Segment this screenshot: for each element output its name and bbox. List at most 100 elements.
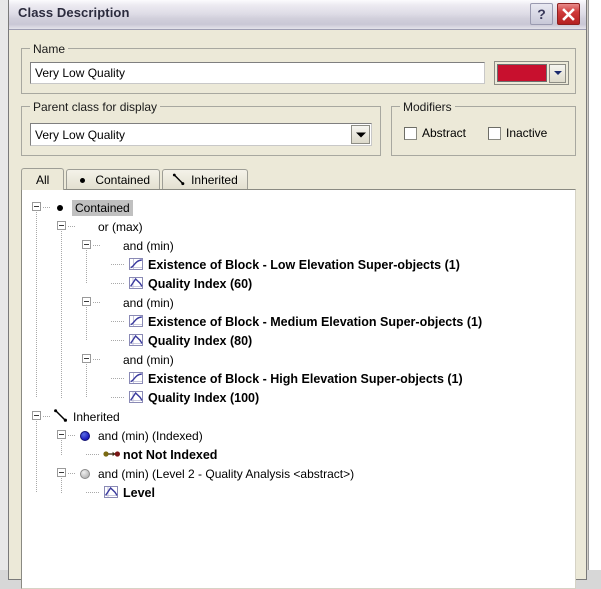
tree-node[interactable]: and (min): [30, 293, 573, 312]
tree-node[interactable]: not Not Indexed: [30, 445, 573, 464]
tree-node-content: Quality Index (80): [128, 333, 252, 348]
tree-node-label: Quality Index (80): [148, 334, 252, 348]
tree-connector: [111, 378, 125, 379]
tree-node-list: Containedor (max)and (min)Existence of B…: [30, 198, 573, 502]
tree-connector: [43, 416, 51, 417]
tree-guide-line: [86, 250, 87, 284]
tree-expander-collapse[interactable]: [32, 202, 41, 211]
tree-expander-collapse[interactable]: [32, 411, 41, 420]
color-swatch[interactable]: [497, 64, 547, 82]
tree-node[interactable]: Existence of Block - Low Elevation Super…: [30, 255, 573, 274]
tree-guide-line: [36, 421, 37, 493]
backdrop-left-strip: [0, 0, 8, 570]
tree-node-label: Existence of Block - Low Elevation Super…: [148, 258, 460, 272]
class-color-picker[interactable]: [494, 61, 569, 85]
name-group-legend: Name: [30, 42, 68, 56]
arrow-icon: [53, 409, 69, 424]
tree-node-label: and (min): [123, 296, 174, 310]
not-icon: [103, 447, 119, 462]
chevron-down-icon: [356, 132, 366, 137]
spacer-icon: [103, 352, 119, 367]
scurve-icon: [128, 257, 144, 272]
tree-expander-collapse[interactable]: [82, 354, 91, 363]
inactive-checkbox[interactable]: [488, 127, 501, 140]
tree-node[interactable]: and (min) (Level 2 - Quality Analysis <a…: [30, 464, 573, 483]
tree-node-content: or (max): [78, 219, 143, 234]
scurve-icon: [128, 314, 144, 329]
tree-node-content: Quality Index (60): [128, 276, 252, 291]
tree-node-content: and (min) (Level 2 - Quality Analysis <a…: [78, 466, 354, 481]
tree-connector: [86, 454, 100, 455]
parent-class-group: Parent class for display Very Low Qualit…: [21, 106, 381, 156]
tree-node[interactable]: and (min): [30, 350, 573, 369]
tree-expander-collapse[interactable]: [57, 430, 66, 439]
tab-label: Inherited: [191, 173, 238, 187]
color-dropdown-button[interactable]: [549, 64, 566, 83]
tree-node[interactable]: Quality Index (100): [30, 388, 573, 407]
inactive-checkbox-row[interactable]: Inactive: [488, 126, 547, 140]
tree-guide-line: [86, 307, 87, 341]
tree-expander-collapse[interactable]: [57, 221, 66, 230]
tree-node-content: and (min) (Indexed): [78, 428, 203, 443]
spacer-icon: [103, 295, 119, 310]
parent-class-select[interactable]: Very Low Quality: [30, 123, 372, 146]
tree-node-content: Inherited: [53, 409, 120, 424]
tab-inherited[interactable]: Inherited: [162, 169, 248, 190]
tree-node[interactable]: Existence of Block - Medium Elevation Su…: [30, 312, 573, 331]
bell-icon: [128, 333, 144, 348]
tree-node-content: Quality Index (100): [128, 390, 259, 405]
tree-node-label: Inherited: [73, 410, 120, 424]
tree-node-content: not Not Indexed: [103, 447, 217, 462]
tree-connector: [43, 207, 51, 208]
help-button[interactable]: ?: [530, 3, 553, 25]
tree-connector: [68, 473, 76, 474]
tree-node[interactable]: Quality Index (60): [30, 274, 573, 293]
tab-label: All: [36, 173, 49, 187]
tree-node[interactable]: Existence of Block - High Elevation Supe…: [30, 369, 573, 388]
class-expression-tree[interactable]: Containedor (max)and (min)Existence of B…: [21, 189, 576, 589]
tree-node[interactable]: Inherited: [30, 407, 573, 426]
tree-node-label: Contained: [72, 200, 133, 216]
modifiers-legend: Modifiers: [400, 100, 455, 114]
tree-expander-collapse[interactable]: [82, 297, 91, 306]
tree-expander-collapse[interactable]: [82, 240, 91, 249]
bell-icon: [103, 485, 119, 500]
name-group: Name Very Low Quality: [21, 48, 576, 94]
circle-blue: [78, 428, 94, 443]
tree-connector: [93, 359, 101, 360]
tab-label: Contained: [95, 173, 150, 187]
parent-class-dropdown-button[interactable]: [351, 125, 370, 144]
tree-guide-line: [61, 231, 62, 398]
tree-node-content: and (min): [103, 295, 174, 310]
tree-node[interactable]: Level: [30, 483, 573, 502]
tab-contained[interactable]: Contained: [66, 169, 160, 190]
tree-node-label: and (min): [123, 239, 174, 253]
abstract-checkbox[interactable]: [404, 127, 417, 140]
tree-expander-collapse[interactable]: [57, 468, 66, 477]
bell-icon: [128, 390, 144, 405]
tab-all[interactable]: All: [21, 168, 64, 190]
abstract-checkbox-row[interactable]: Abstract: [404, 126, 466, 140]
tree-node[interactable]: or (max): [30, 217, 573, 236]
name-input[interactable]: Very Low Quality: [30, 62, 485, 84]
title-bar: Class Description ?: [9, 0, 586, 30]
tree-guide-line: [86, 364, 87, 398]
tree-node-label: Quality Index (100): [148, 391, 259, 405]
scurve-icon: [128, 371, 144, 386]
chevron-down-icon: [554, 71, 562, 75]
tree-node[interactable]: Quality Index (80): [30, 331, 573, 350]
tree-node-label: and (min) (Indexed): [98, 429, 203, 443]
tree-node[interactable]: and (min) (Indexed): [30, 426, 573, 445]
tree-connector: [111, 340, 125, 341]
dialog-client-area: Name Very Low Quality Parent class for d…: [9, 30, 586, 579]
close-button[interactable]: [557, 3, 580, 25]
tree-node-label: and (min) (Level 2 - Quality Analysis <a…: [98, 467, 354, 481]
tree-connector: [68, 226, 76, 227]
tree-node[interactable]: Contained: [30, 198, 573, 217]
tree-connector: [86, 492, 100, 493]
tree-node-label: Quality Index (60): [148, 277, 252, 291]
tree-connector: [68, 435, 76, 436]
parent-class-legend: Parent class for display: [30, 100, 160, 114]
tree-node[interactable]: and (min): [30, 236, 573, 255]
abstract-label: Abstract: [422, 126, 466, 140]
